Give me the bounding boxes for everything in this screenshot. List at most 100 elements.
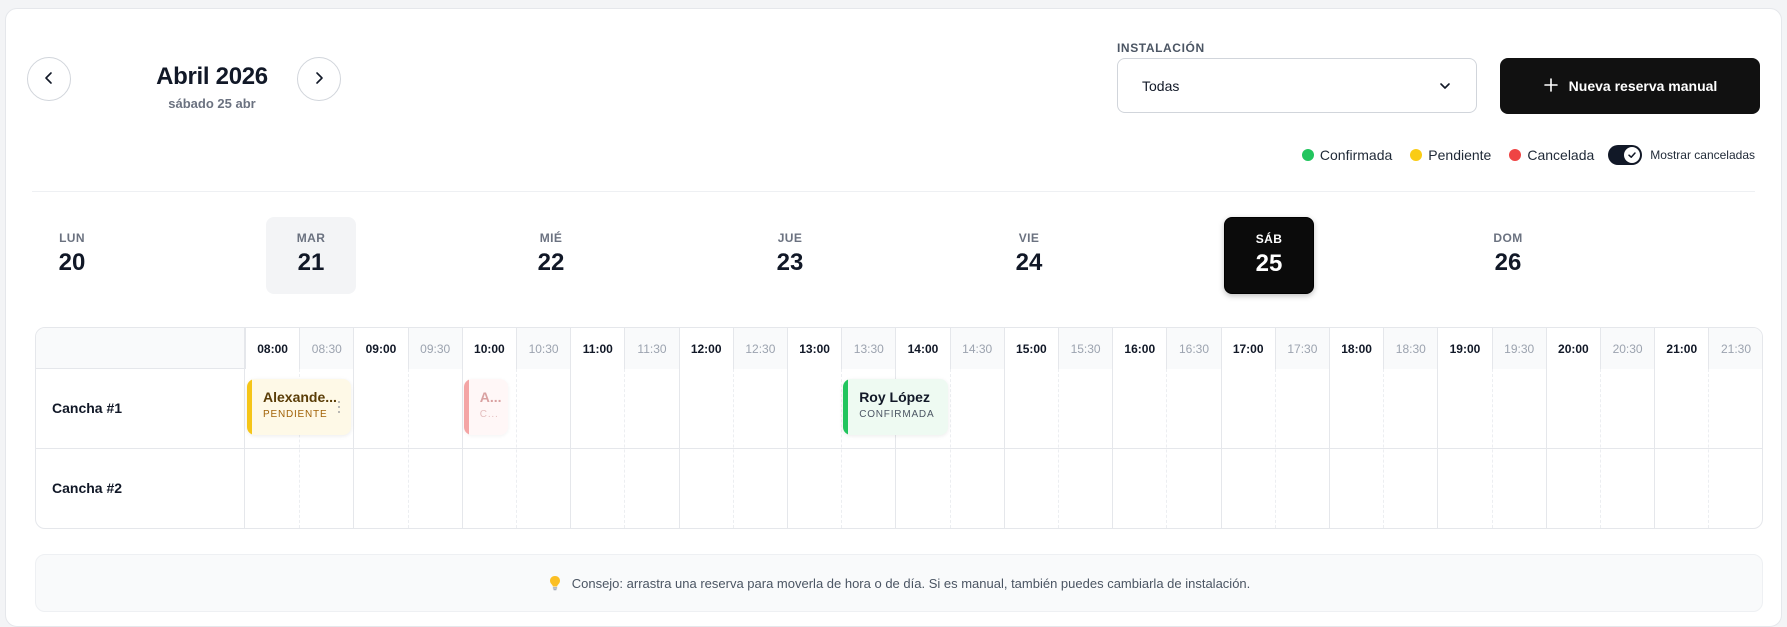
time-slot-header: 17:00: [1220, 328, 1275, 369]
time-slot-header: 16:30: [1166, 328, 1221, 369]
grid-line: [624, 369, 626, 528]
booking-status: CONFIRMADA: [859, 409, 935, 420]
grid-line: [461, 369, 463, 528]
day-number: 25: [1255, 250, 1283, 277]
booking-card[interactable]: Alexande... PENDIENTE: [247, 379, 352, 435]
day-name: MAR: [296, 231, 326, 245]
grid-line: [570, 369, 572, 528]
day-name: DOM: [1493, 231, 1523, 245]
time-slot-header: 11:30: [624, 328, 679, 369]
grid-line: [1600, 369, 1601, 528]
day-dom[interactable]: DOM 26: [1463, 217, 1553, 294]
day-mié[interactable]: MIÉ 22: [506, 217, 596, 294]
grid-line: [841, 369, 843, 528]
time-slot-header: 21:00: [1654, 328, 1709, 369]
grid-line: [1491, 369, 1493, 528]
booking-card[interactable]: Roy López CONFIRMADA: [843, 379, 948, 435]
installation-label: INSTALACIÓN: [1117, 41, 1205, 55]
day-number: 26: [1494, 249, 1522, 276]
status-dot: [1301, 149, 1314, 161]
booking-name: A...: [479, 389, 502, 405]
legend-cancelled: Cancelada: [1509, 147, 1594, 163]
next-month-button[interactable]: [297, 57, 341, 101]
time-slot-header: 20:00: [1545, 328, 1600, 369]
grid-line: [1437, 369, 1439, 528]
time-slot-header: 08:30: [299, 328, 354, 369]
status-bar: [247, 379, 252, 435]
grid-line: [1383, 369, 1385, 528]
status-bar: [463, 379, 469, 435]
time-slot-header: 13:00: [787, 328, 842, 369]
time-slot-header: 14:30: [949, 328, 1004, 369]
legend-confirmed: Confirmada: [1301, 147, 1392, 163]
grid-line: [1166, 369, 1168, 528]
header-divider: [32, 191, 1755, 192]
show-cancelled-toggle[interactable]: [1608, 145, 1643, 165]
chevron-down-icon: [1438, 79, 1452, 93]
status-bar: [843, 379, 849, 435]
day-name: SÁB: [1255, 232, 1283, 246]
time-slot-header: 09:30: [407, 328, 462, 369]
status-dot: [1509, 149, 1522, 161]
time-slot-header: 17:30: [1274, 328, 1329, 369]
time-slot-header: 15:30: [1058, 328, 1113, 369]
status-dot: [1410, 149, 1423, 161]
status-legend: Confirmada Pendiente Cancelada Mostrar c…: [1301, 145, 1755, 165]
booking-card[interactable]: A... C...: [463, 379, 508, 435]
day-lun[interactable]: LUN 20: [27, 217, 117, 294]
day-number: 23: [776, 249, 804, 276]
day-jue[interactable]: JUE 23: [745, 217, 835, 294]
time-slot-header: 18:30: [1383, 328, 1438, 369]
new-manual-booking-label: Nueva reserva manual: [1568, 78, 1718, 94]
legend-label: Pendiente: [1428, 147, 1492, 163]
day-number: 24: [1015, 249, 1043, 276]
court-label-column: [36, 328, 245, 528]
lightbulb-icon: [548, 575, 562, 591]
selected-date-subtitle: sábado 25 abr: [168, 96, 256, 111]
time-slot-header: 09:00: [353, 328, 408, 369]
grid-line: [1708, 369, 1710, 528]
grid-line: [732, 369, 734, 528]
legend-pending: Pendiente: [1410, 147, 1491, 163]
chevron-right-icon: [311, 70, 327, 89]
time-slot-header: 16:00: [1112, 328, 1167, 369]
time-header-row: 08:00 08:30 09:00 09:30 10:00 10:30 11:00 11:30…: [36, 328, 1762, 369]
time-slot-header: 14:00: [895, 328, 950, 369]
time-slot-header: 10:00: [461, 328, 516, 369]
day-name: MIÉ: [539, 231, 563, 245]
day-number: 20: [58, 249, 86, 276]
installation-select[interactable]: Todas: [1117, 58, 1477, 113]
grid-line: [1329, 369, 1330, 528]
tip-text: Consejo: arrastra una reserva para mover…: [571, 575, 1251, 591]
drag-handle-icon[interactable]: [338, 401, 341, 413]
grid-line: [1545, 369, 1547, 528]
time-slot-header: 15:00: [1003, 328, 1058, 369]
court-row: Cancha #2: [36, 449, 1762, 528]
grid-line: [1274, 369, 1276, 528]
new-manual-booking-button[interactable]: Nueva reserva manual: [1500, 58, 1760, 114]
time-slot-header: 19:30: [1491, 328, 1546, 369]
booking-name: Roy López: [859, 389, 930, 405]
time-slot-header: 12:30: [732, 328, 787, 369]
booking-status: C...: [479, 409, 499, 420]
day-vie[interactable]: VIE 24: [984, 217, 1074, 294]
time-slot-header: 11:00: [570, 328, 625, 369]
day-name: JUE: [777, 231, 803, 245]
day-mar[interactable]: MAR 21: [266, 217, 356, 294]
prev-month-button[interactable]: [27, 57, 71, 101]
time-slot-header: 19:00: [1437, 328, 1492, 369]
month-title: Abril 2026: [156, 63, 268, 90]
legend-label: Cancelada: [1527, 147, 1595, 163]
grid-line: [407, 369, 409, 528]
grid-line: [1220, 369, 1222, 528]
day-number: 22: [537, 249, 565, 276]
show-cancelled-toggle-wrap: Mostrar canceladas: [1608, 145, 1755, 165]
time-slot-header: 20:30: [1600, 328, 1655, 369]
chevron-left-icon: [41, 70, 57, 89]
day-sáb[interactable]: SÁB 25: [1224, 217, 1314, 294]
time-slot-header: 08:00: [245, 328, 300, 369]
time-slot-header: 13:30: [841, 328, 896, 369]
installation-select-value: Todas: [1142, 77, 1180, 94]
plus-icon: [1543, 77, 1559, 96]
time-slot-header: 10:30: [516, 328, 571, 369]
